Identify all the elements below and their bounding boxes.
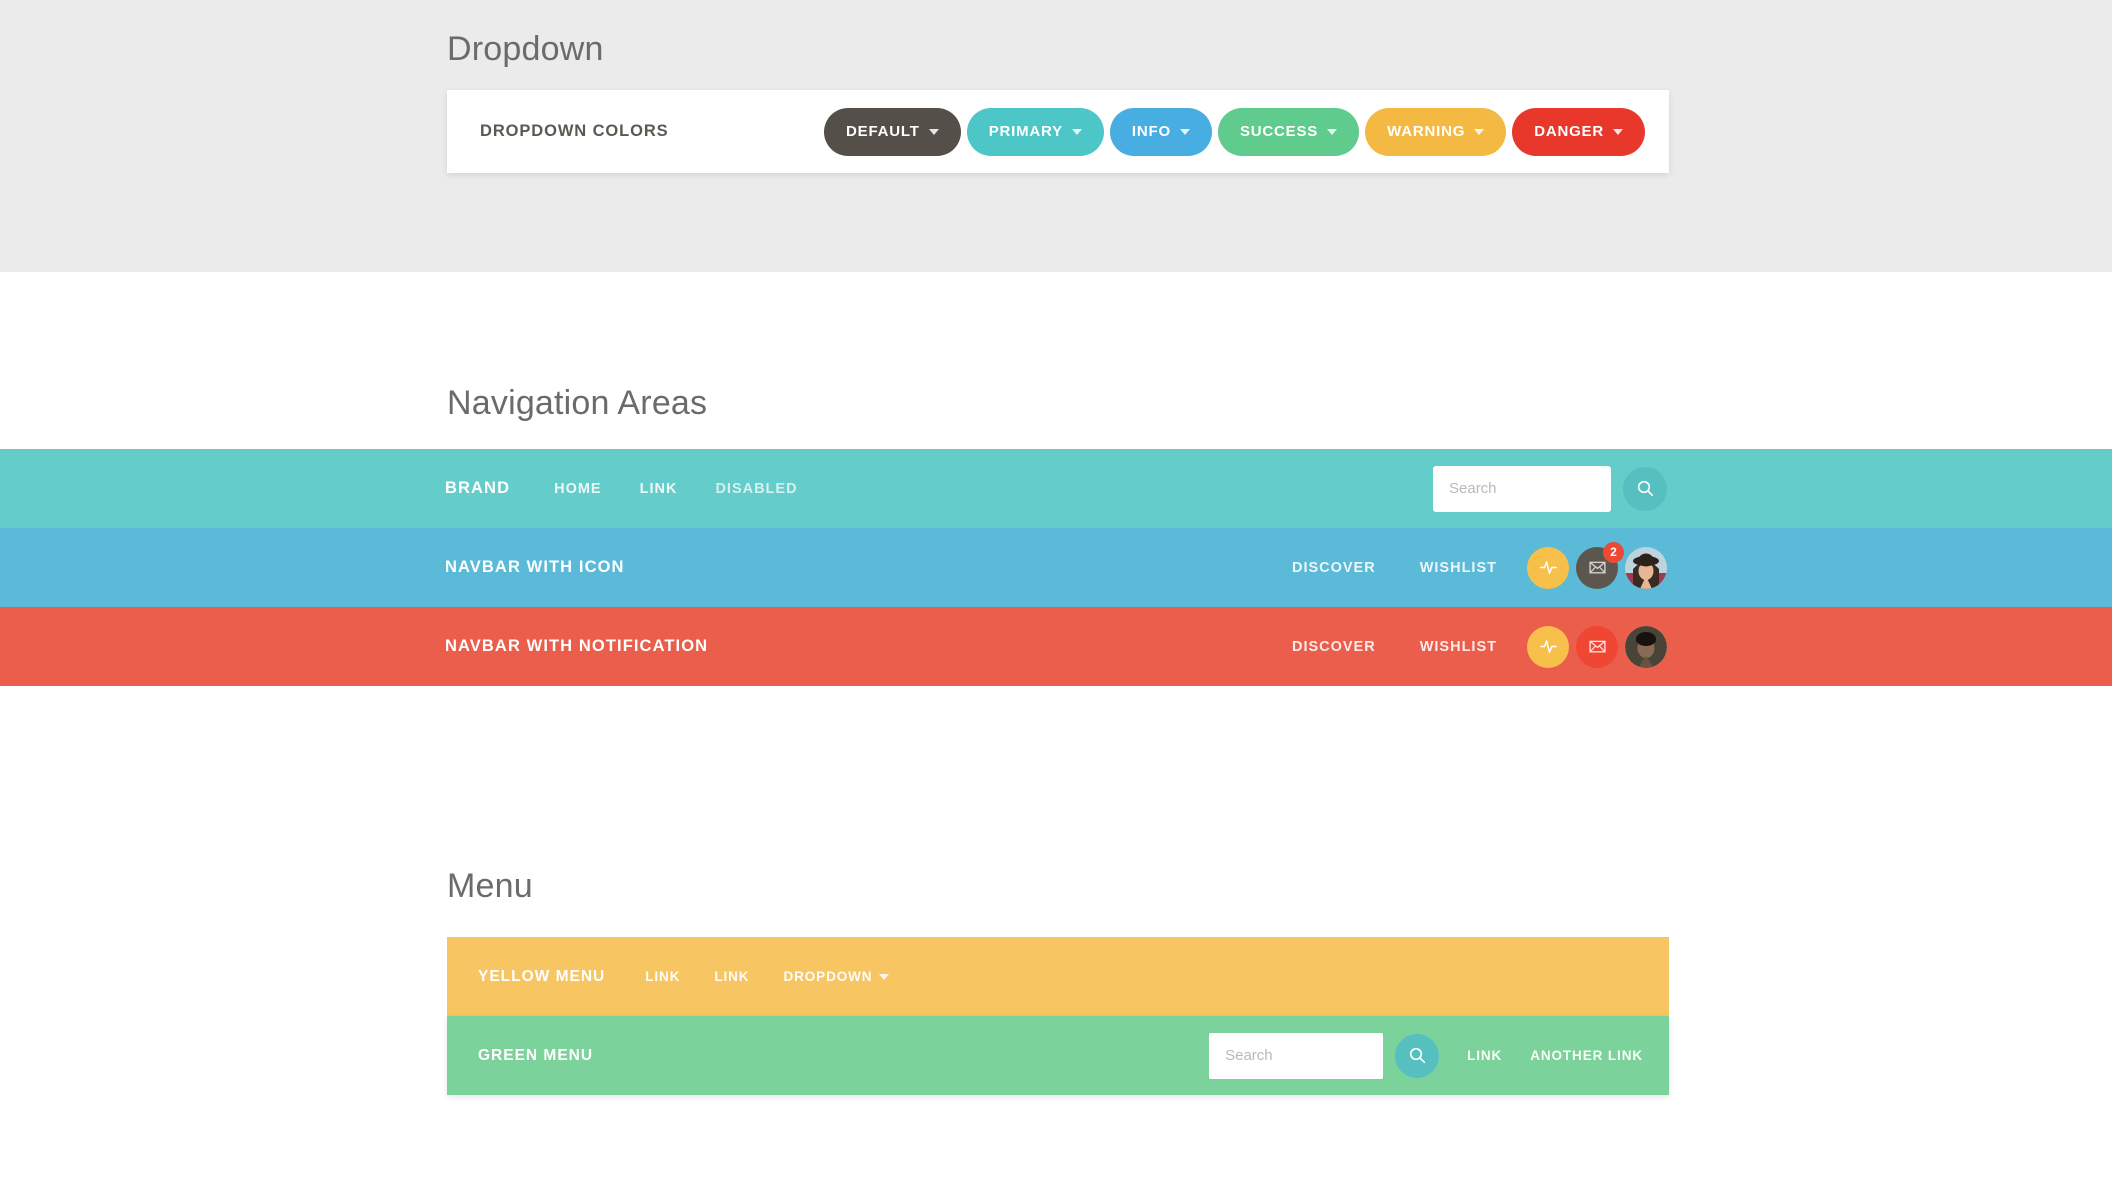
nav-link-discover[interactable]: DISCOVER — [1292, 560, 1376, 576]
chevron-down-icon — [1327, 129, 1337, 135]
navbar-links: HOME LINK DISABLED — [554, 481, 797, 497]
navbar-with-icon-icons: 2 — [1527, 547, 1667, 589]
navbar-with-icon-brand[interactable]: NAVBAR WITH ICON — [445, 558, 625, 577]
navbar-with-icon-links: DISCOVER WISHLIST — [1292, 560, 1497, 576]
dropdown-button-warning[interactable]: WARNING — [1365, 108, 1506, 156]
navbar-brand-label[interactable]: BRAND — [445, 479, 510, 498]
activity-pulse-icon — [1538, 636, 1559, 657]
dropdown-button-primary[interactable]: PRIMARY — [967, 108, 1104, 156]
green-menu: GREEN MENU LINK ANOTHER LINK — [447, 1016, 1669, 1095]
navbar-with-notification-icons — [1527, 626, 1667, 668]
dropdown-colors-card: DROPDOWN COLORS DEFAULT PRIMARY INFO SUC… — [447, 90, 1669, 173]
user-avatar-female — [1625, 547, 1667, 589]
navbar-with-notification-brand[interactable]: NAVBAR WITH NOTIFICATION — [445, 637, 708, 656]
search-icon — [1409, 1047, 1426, 1064]
nav-link-wishlist[interactable]: WISHLIST — [1420, 639, 1497, 655]
search-icon — [1637, 480, 1654, 497]
dropdown-button-danger-label: DANGER — [1534, 123, 1604, 140]
navbar-with-icon-right: DISCOVER WISHLIST — [1292, 547, 1667, 589]
dropdown-button-info-label: INFO — [1132, 123, 1171, 140]
menu-section-title: Menu — [447, 867, 533, 906]
navigation-areas-title: Navigation Areas — [447, 384, 707, 423]
menu-dropdown-label: DROPDOWN — [783, 969, 872, 984]
chevron-down-icon — [1613, 129, 1623, 135]
green-menu-right: LINK ANOTHER LINK — [1209, 1033, 1643, 1079]
menu-link-second[interactable]: LINK — [714, 969, 749, 984]
dropdown-section: Dropdown DROPDOWN COLORS DEFAULT PRIMARY… — [0, 0, 2112, 272]
chevron-down-icon — [879, 974, 889, 980]
navbar-search-area — [1433, 466, 1667, 512]
navbar-with-notification-right: DISCOVER WISHLIST — [1292, 626, 1667, 668]
navbar-brand-teal: BRAND HOME LINK DISABLED — [0, 449, 2112, 528]
green-menu-another-link[interactable]: ANOTHER LINK — [1530, 1048, 1643, 1063]
messages-button[interactable] — [1576, 626, 1618, 668]
dropdown-button-primary-label: PRIMARY — [989, 123, 1063, 140]
messages-button[interactable]: 2 — [1576, 547, 1618, 589]
chevron-down-icon — [1072, 129, 1082, 135]
dropdown-button-info[interactable]: INFO — [1110, 108, 1212, 156]
chevron-down-icon — [1474, 129, 1484, 135]
chevron-down-icon — [1180, 129, 1190, 135]
chevron-down-icon — [929, 129, 939, 135]
dropdown-button-success-label: SUCCESS — [1240, 123, 1318, 140]
dropdown-section-title: Dropdown — [447, 30, 604, 69]
notification-badge: 2 — [1603, 542, 1624, 563]
dropdown-colors-label: DROPDOWN COLORS — [480, 122, 669, 141]
activity-pulse-icon — [1538, 557, 1559, 578]
envelope-icon — [1588, 637, 1607, 656]
navbar-with-notification: NAVBAR WITH NOTIFICATION DISCOVER WISHLI… — [0, 607, 2112, 686]
green-menu-brand[interactable]: GREEN MENU — [478, 1047, 593, 1065]
nav-link-link[interactable]: LINK — [640, 481, 678, 497]
navbar-with-notification-links: DISCOVER WISHLIST — [1292, 639, 1497, 655]
dropdown-button-default-label: DEFAULT — [846, 123, 920, 140]
page-root: Dropdown DROPDOWN COLORS DEFAULT PRIMARY… — [0, 0, 2112, 1186]
yellow-menu: YELLOW MENU LINK LINK DROPDOWN — [447, 937, 1669, 1016]
menu-dropdown[interactable]: DROPDOWN — [783, 969, 889, 984]
dropdown-button-default[interactable]: DEFAULT — [824, 108, 961, 156]
green-menu-link[interactable]: LINK — [1467, 1048, 1502, 1063]
nav-link-discover[interactable]: DISCOVER — [1292, 639, 1376, 655]
dropdown-button-success[interactable]: SUCCESS — [1218, 108, 1359, 156]
navbar-with-icon: NAVBAR WITH ICON DISCOVER WISHLIST — [0, 528, 2112, 607]
nav-link-disabled: DISABLED — [715, 481, 797, 497]
envelope-icon — [1588, 558, 1607, 577]
activity-button[interactable] — [1527, 626, 1569, 668]
menu-link-first[interactable]: LINK — [645, 969, 680, 984]
dropdown-button-warning-label: WARNING — [1387, 123, 1465, 140]
yellow-menu-links: LINK LINK DROPDOWN — [645, 969, 889, 984]
green-menu-search-area — [1209, 1033, 1439, 1079]
user-avatar-male — [1625, 626, 1667, 668]
nav-link-wishlist[interactable]: WISHLIST — [1420, 560, 1497, 576]
nav-link-home[interactable]: HOME — [554, 481, 602, 497]
search-input[interactable] — [1209, 1033, 1383, 1079]
yellow-menu-brand[interactable]: YELLOW MENU — [478, 968, 605, 986]
dropdown-buttons-row: DEFAULT PRIMARY INFO SUCCESS WARNING — [824, 108, 1645, 156]
activity-button[interactable] — [1527, 547, 1569, 589]
search-button[interactable] — [1623, 467, 1667, 511]
dropdown-button-danger[interactable]: DANGER — [1512, 108, 1645, 156]
search-button[interactable] — [1395, 1034, 1439, 1078]
search-input[interactable] — [1433, 466, 1611, 512]
avatar[interactable] — [1625, 626, 1667, 668]
avatar[interactable] — [1625, 547, 1667, 589]
